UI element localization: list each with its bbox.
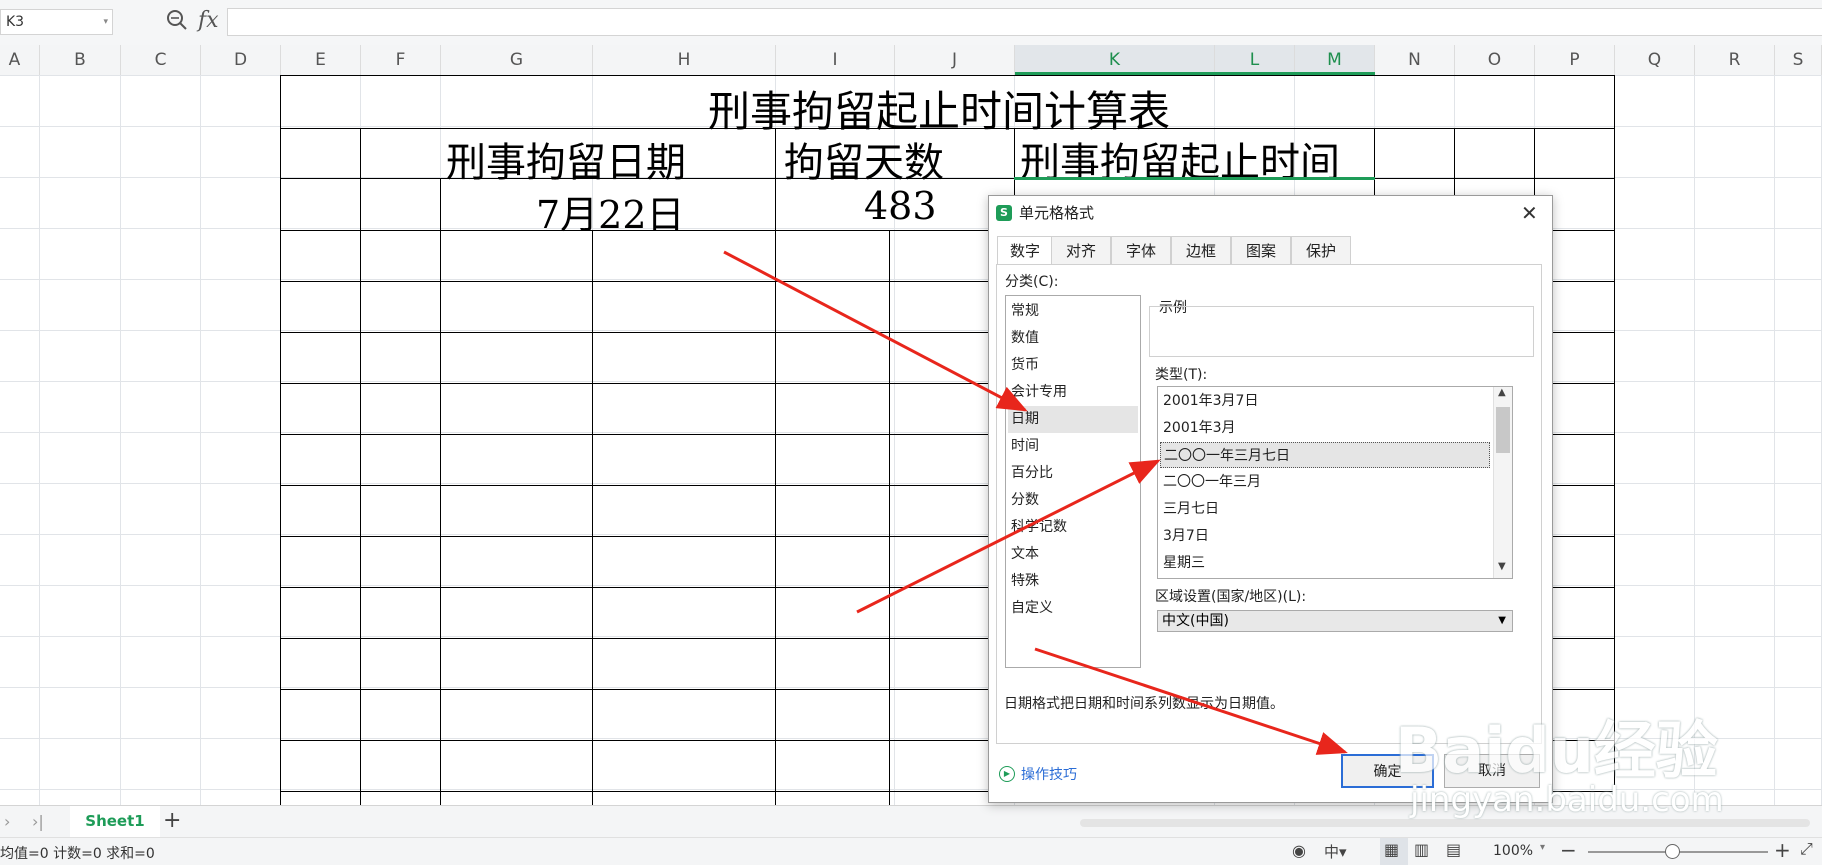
watermark-brand: Baidu经验	[1395, 714, 1718, 787]
arrow-to-date-category	[723, 250, 1028, 412]
baidu-watermark: Baidu经验	[1395, 700, 1718, 790]
arrow-to-ok-button	[1034, 647, 1348, 755]
watermark-url: jingyan.baidu.com	[1410, 780, 1724, 820]
arrow-to-type-item	[856, 459, 1161, 614]
